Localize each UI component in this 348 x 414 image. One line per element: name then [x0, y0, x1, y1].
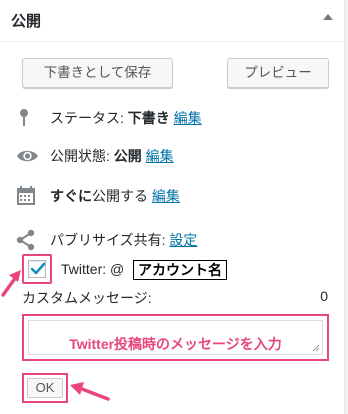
twitter-label: Twitter: @ — [61, 261, 125, 277]
ok-button-highlight: OK — [22, 373, 68, 403]
publicize-settings-link[interactable]: 設定 — [169, 232, 197, 248]
status-label: ステータス: — [50, 110, 124, 126]
pin-icon — [16, 107, 38, 129]
edit-visibility-link[interactable]: 編集 — [146, 148, 174, 164]
message-textarea[interactable]: Twitter投稿時のメッセージを入力 — [28, 320, 323, 355]
schedule-label: 公開する — [92, 188, 148, 204]
arrow-to-ok-icon — [70, 382, 110, 401]
resize-grip-icon[interactable] — [312, 344, 320, 352]
panel-header[interactable]: 公開 — [0, 0, 345, 42]
check-icon — [30, 262, 46, 275]
arrow-to-checkbox-icon — [1, 270, 21, 297]
twitter-account-name: アカウント名 — [133, 260, 227, 280]
triangle-up-icon[interactable] — [323, 14, 333, 20]
publicize-label: パブリサイズ共有: — [50, 232, 166, 248]
custom-message-field[interactable]: Twitter投稿時のメッセージを入力 — [22, 314, 329, 361]
visibility-label: 公開状態: — [50, 148, 110, 164]
eye-icon — [16, 145, 38, 167]
edit-schedule-link[interactable]: 編集 — [152, 188, 180, 204]
save-draft-button[interactable]: 下書きとして保存 — [22, 58, 173, 88]
share-icon — [16, 229, 38, 251]
preview-button[interactable]: プレビュー — [227, 58, 329, 88]
status-value: 下書き — [127, 110, 170, 126]
edit-status-link[interactable]: 編集 — [174, 110, 202, 126]
calendar-icon — [16, 185, 38, 207]
schedule-value: すぐに — [50, 188, 92, 204]
publish-panel: 公開 下書きとして保存 プレビュー ステータス: 下書き 編集 公開状態: 公開… — [0, 0, 345, 414]
ok-button[interactable]: OK — [27, 378, 63, 398]
custom-message-label: カスタムメッセージ: — [22, 290, 152, 306]
panel-title: 公開 — [11, 13, 42, 30]
character-count: 0 — [320, 288, 328, 304]
twitter-checkbox[interactable] — [28, 260, 46, 278]
message-placeholder: Twitter投稿時のメッセージを入力 — [69, 336, 282, 352]
visibility-value: 公開 — [113, 148, 142, 164]
